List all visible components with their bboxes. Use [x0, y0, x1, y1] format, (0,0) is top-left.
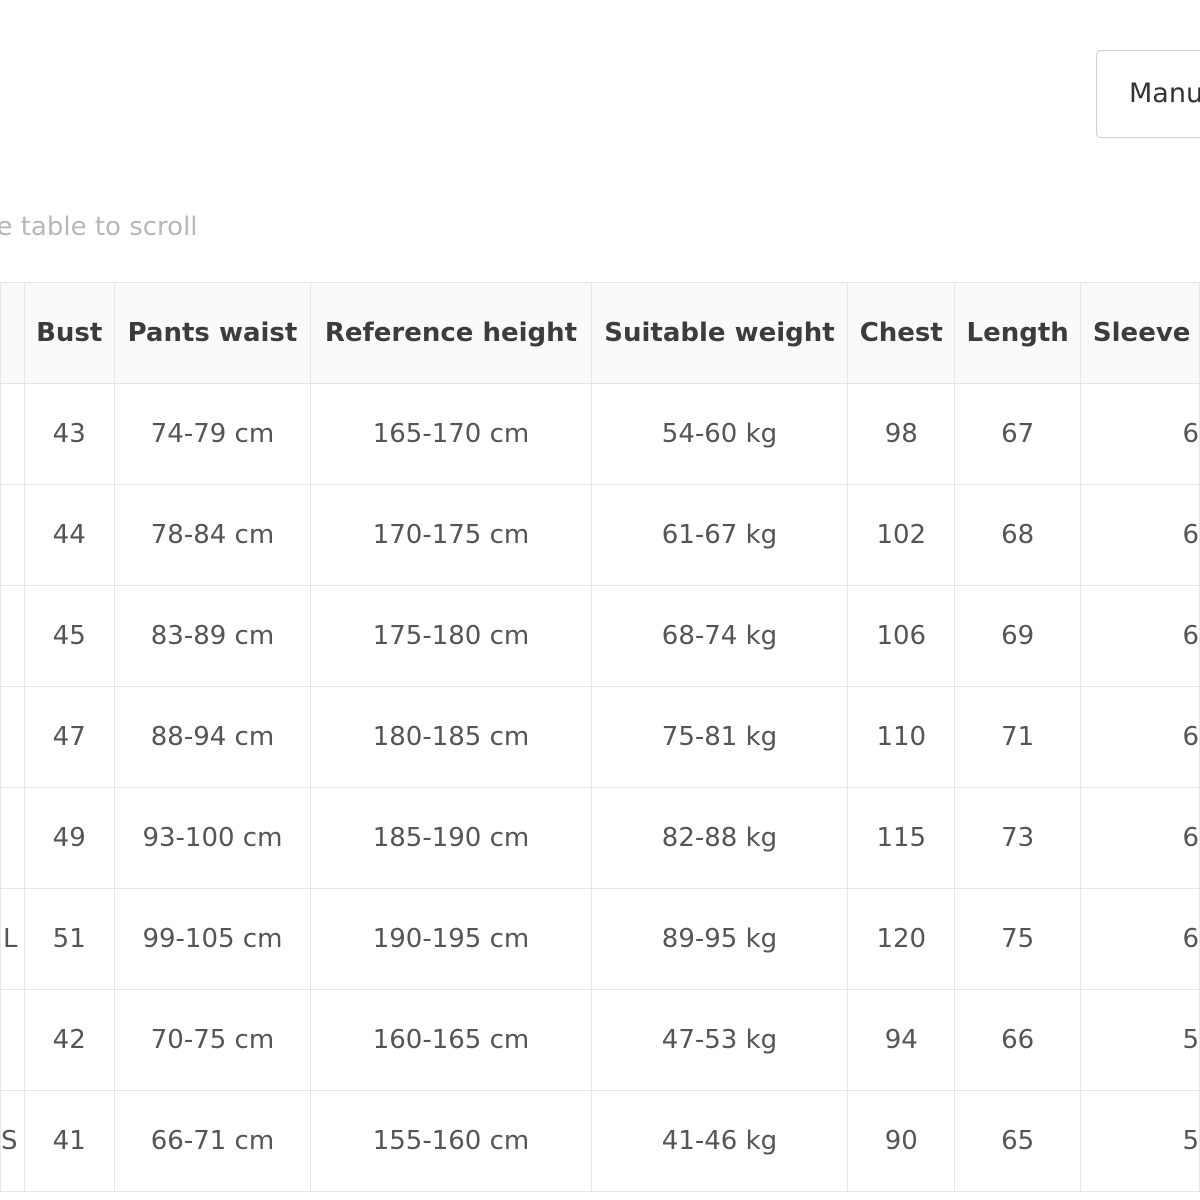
- cell-reference-height: 160-165 cm: [310, 989, 592, 1091]
- cell-suitable-weight: 47-53 kg: [590, 989, 849, 1091]
- manual-button[interactable]: Manu: [1096, 50, 1200, 138]
- cell-chest: 94: [847, 989, 956, 1091]
- cell-suitable-weight: 54-60 kg: [590, 383, 849, 485]
- cell-pants-waist: 88-94 cm: [113, 686, 312, 788]
- cell-length: 71: [954, 686, 1081, 788]
- cell-length: 69: [954, 585, 1081, 687]
- table-header-row: Bust Pants waist Reference height Suitab…: [0, 282, 1200, 384]
- cell-sleeve: 5: [1079, 1090, 1200, 1192]
- cell-size: [0, 787, 25, 889]
- cell-suitable-weight: 89-95 kg: [590, 888, 849, 990]
- cell-length: 66: [954, 989, 1081, 1091]
- header-bust: Bust: [23, 282, 115, 384]
- cell-bust: 42: [23, 989, 115, 1091]
- cell-suitable-weight: 75-81 kg: [590, 686, 849, 788]
- cell-reference-height: 155-160 cm: [310, 1090, 592, 1192]
- cell-sleeve: 5: [1079, 989, 1200, 1091]
- cell-size: [0, 989, 25, 1091]
- cell-pants-waist: 93-100 cm: [113, 787, 312, 889]
- cell-size: S: [0, 1090, 25, 1192]
- cell-length: 67: [954, 383, 1081, 485]
- cell-pants-waist: 83-89 cm: [113, 585, 312, 687]
- table-row: 45 83-89 cm 175-180 cm 68-74 kg 106 69 6: [0, 585, 1200, 687]
- table-row: S 41 66-71 cm 155-160 cm 41-46 kg 90 65 …: [0, 1090, 1200, 1192]
- cell-length: 65: [954, 1090, 1081, 1192]
- size-table: Bust Pants waist Reference height Suitab…: [0, 282, 1200, 1192]
- cell-bust: 41: [23, 1090, 115, 1192]
- cell-length: 73: [954, 787, 1081, 889]
- cell-suitable-weight: 82-88 kg: [590, 787, 849, 889]
- cell-bust: 47: [23, 686, 115, 788]
- cell-sleeve: 6: [1079, 484, 1200, 586]
- cell-reference-height: 185-190 cm: [310, 787, 592, 889]
- cell-reference-height: 180-185 cm: [310, 686, 592, 788]
- header-size: [0, 282, 25, 384]
- table-row: L 51 99-105 cm 190-195 cm 89-95 kg 120 7…: [0, 888, 1200, 990]
- cell-suitable-weight: 68-74 kg: [590, 585, 849, 687]
- cell-sleeve: 6: [1079, 383, 1200, 485]
- table-row: 42 70-75 cm 160-165 cm 47-53 kg 94 66 5: [0, 989, 1200, 1091]
- cell-bust: 51: [23, 888, 115, 990]
- cell-size: [0, 484, 25, 586]
- cell-reference-height: 170-175 cm: [310, 484, 592, 586]
- header-sleeve: Sleeve: [1079, 282, 1200, 384]
- cell-size: [0, 585, 25, 687]
- cell-bust: 45: [23, 585, 115, 687]
- cell-sleeve: 6: [1079, 585, 1200, 687]
- cell-chest: 102: [847, 484, 956, 586]
- cell-length: 68: [954, 484, 1081, 586]
- cell-length: 75: [954, 888, 1081, 990]
- cell-pants-waist: 78-84 cm: [113, 484, 312, 586]
- header-reference-height: Reference height: [310, 282, 592, 384]
- cell-chest: 120: [847, 888, 956, 990]
- cell-size: [0, 686, 25, 788]
- cell-reference-height: 190-195 cm: [310, 888, 592, 990]
- cell-chest: 98: [847, 383, 956, 485]
- cell-size: [0, 383, 25, 485]
- table-row: 47 88-94 cm 180-185 cm 75-81 kg 110 71 6: [0, 686, 1200, 788]
- table-row: 43 74-79 cm 165-170 cm 54-60 kg 98 67 6: [0, 383, 1200, 485]
- cell-bust: 49: [23, 787, 115, 889]
- size-chart-page: Manu he table to scroll Bust Pants waist…: [0, 0, 1200, 1200]
- cell-suitable-weight: 41-46 kg: [590, 1090, 849, 1192]
- cell-sleeve: 6: [1079, 787, 1200, 889]
- cell-bust: 43: [23, 383, 115, 485]
- cell-chest: 110: [847, 686, 956, 788]
- cell-chest: 90: [847, 1090, 956, 1192]
- cell-suitable-weight: 61-67 kg: [590, 484, 849, 586]
- cell-size: L: [0, 888, 25, 990]
- cell-sleeve: 6: [1079, 888, 1200, 990]
- cell-chest: 115: [847, 787, 956, 889]
- header-chest: Chest: [847, 282, 956, 384]
- cell-reference-height: 165-170 cm: [310, 383, 592, 485]
- table-scroll-container[interactable]: Bust Pants waist Reference height Suitab…: [0, 282, 1200, 1200]
- cell-chest: 106: [847, 585, 956, 687]
- cell-bust: 44: [23, 484, 115, 586]
- cell-sleeve: 6: [1079, 686, 1200, 788]
- header-pants-waist: Pants waist: [113, 282, 312, 384]
- scroll-hint: he table to scroll: [0, 212, 198, 242]
- header-length: Length: [954, 282, 1081, 384]
- header-suitable-weight: Suitable weight: [590, 282, 849, 384]
- cell-pants-waist: 74-79 cm: [113, 383, 312, 485]
- table-row: 49 93-100 cm 185-190 cm 82-88 kg 115 73 …: [0, 787, 1200, 889]
- cell-pants-waist: 99-105 cm: [113, 888, 312, 990]
- table-row: 44 78-84 cm 170-175 cm 61-67 kg 102 68 6: [0, 484, 1200, 586]
- cell-pants-waist: 70-75 cm: [113, 989, 312, 1091]
- cell-pants-waist: 66-71 cm: [113, 1090, 312, 1192]
- cell-reference-height: 175-180 cm: [310, 585, 592, 687]
